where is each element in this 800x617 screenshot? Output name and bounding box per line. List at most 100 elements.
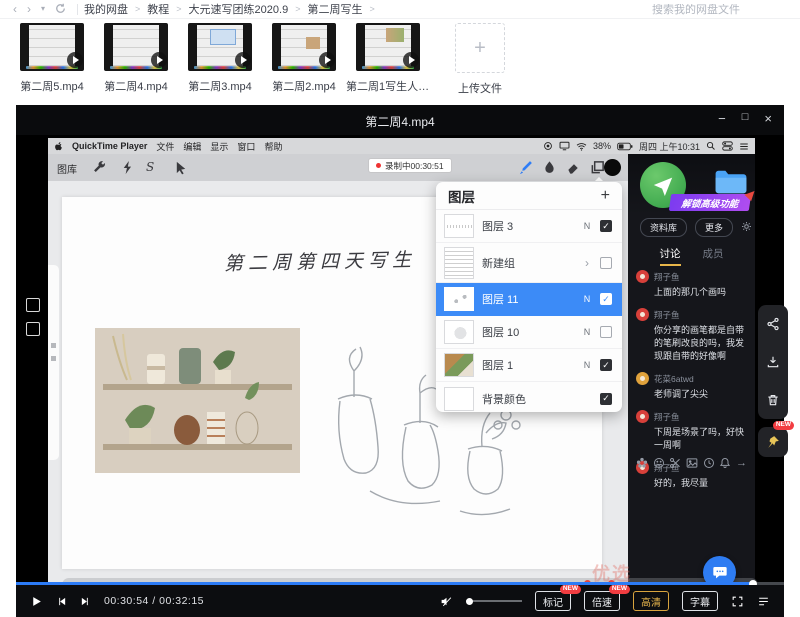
video-thumbnail[interactable] <box>188 23 252 71</box>
plus-icon: + <box>455 23 505 73</box>
video-thumbnail[interactable] <box>104 23 168 71</box>
play-badge-icon <box>319 52 335 68</box>
video-thumbnail[interactable] <box>20 23 84 71</box>
file-item[interactable]: 第二周2.mp4 <box>262 23 346 96</box>
refresh-icon[interactable] <box>50 3 71 16</box>
gear-icon <box>741 219 752 237</box>
file-item[interactable]: 第二周3.mp4 <box>178 23 262 96</box>
search-box <box>652 0 772 18</box>
control-center-icon <box>722 141 733 151</box>
file-name: 第二周1写生人物... <box>346 78 430 94</box>
breadcrumb-item[interactable]: 大元速写团练2020.9 <box>189 1 289 17</box>
player-titlebar: 第二周4.mp4 − □ × <box>16 105 784 135</box>
speed-button[interactable]: 倍速NEW <box>584 591 620 611</box>
minimize-button[interactable]: − <box>718 111 726 126</box>
volume-muted-icon[interactable] <box>440 595 453 608</box>
battery-icon <box>617 142 633 151</box>
file-item[interactable]: 第二周5.mp4 <box>10 23 94 96</box>
pin-icon <box>766 435 780 449</box>
layers-tool-icon <box>590 160 605 175</box>
display-icon <box>559 141 570 151</box>
procreate-toolbar: 图库 S 录制中00:30:51 <box>48 154 628 181</box>
selection-tool-icon: S <box>146 160 161 175</box>
layer-thumbnail <box>444 387 474 411</box>
divider <box>77 4 78 15</box>
file-name: 第二周4.mp4 <box>104 78 168 94</box>
tab-members: 成员 <box>703 246 724 266</box>
delete-icon[interactable] <box>766 393 780 407</box>
layer-visibility-checkbox: ✓ <box>600 359 612 371</box>
back-icon[interactable]: ‹ <box>8 3 22 15</box>
play-badge-icon <box>235 52 251 68</box>
forward-icon[interactable]: › <box>22 3 36 15</box>
avatar <box>636 410 649 423</box>
layer-thumbnail <box>444 353 474 377</box>
layer-group-row: 新建组 › <box>436 243 622 283</box>
breadcrumb-item[interactable]: 第二周写生 <box>307 1 362 17</box>
next-button[interactable] <box>80 596 91 607</box>
volume-knob[interactable] <box>466 598 473 605</box>
play-badge-icon <box>151 52 167 68</box>
mark-button[interactable]: 标记NEW <box>535 591 571 611</box>
brush-tool-icon <box>518 160 533 175</box>
group-thumbnail <box>444 247 474 279</box>
avatar <box>636 308 649 321</box>
upload-file-button[interactable]: + 上传文件 <box>438 23 522 96</box>
gallery-button: 图库 <box>57 161 77 176</box>
playlist-button[interactable] <box>757 595 770 608</box>
menu-item: 显示 <box>210 140 228 153</box>
eraser-tool-icon <box>566 160 581 175</box>
chat-message: 翔子鱼 下周是场景了吗，好快一周啊 <box>636 410 747 452</box>
maximize-button[interactable]: □ <box>742 111 749 126</box>
layers-panel: 图层 + 图层 3 N ✓ 新建组 › 图层 11 <box>436 182 622 412</box>
layers-title: 图层 <box>448 186 475 206</box>
breadcrumb-item[interactable]: 教程 <box>147 1 169 17</box>
record-dot-icon <box>376 163 381 168</box>
new-badge: NEW <box>609 585 630 594</box>
download-icon[interactable] <box>766 355 780 369</box>
layer-row: 图层 1 N ✓ <box>436 349 622 382</box>
spotlight-search-icon <box>706 141 716 151</box>
emoji-icon <box>653 457 665 469</box>
video-frame[interactable]: QuickTime Player 文件 编辑 显示 窗口 帮助 38% 周四 上… <box>16 135 784 588</box>
previous-button[interactable] <box>56 596 67 607</box>
wrench-icon <box>92 160 107 175</box>
flower-icon <box>636 457 648 469</box>
chat-message: 翔子鱼 上面的那几个画吗 <box>636 270 747 299</box>
layer-row: 图层 3 N ✓ <box>436 210 622 243</box>
player-side-tool-button[interactable] <box>26 298 40 312</box>
record-status-icon <box>543 141 553 151</box>
chat-message: 花菜6atwd 老师调了尖尖 <box>636 372 747 401</box>
search-input[interactable] <box>652 4 772 16</box>
video-thumbnail[interactable] <box>356 23 420 71</box>
new-badge: NEW <box>773 421 794 430</box>
chat-message: 翔子鱼 你分享的画笔都是自带的笔刷改良的吗，我发现跟自带的好像啊 <box>636 308 747 363</box>
file-item[interactable]: 第二周4.mp4 <box>94 23 178 96</box>
file-name: 第二周3.mp4 <box>188 78 252 94</box>
breadcrumb-item[interactable]: 我的网盘 <box>84 1 128 17</box>
menu-item: 文件 <box>156 140 174 153</box>
avatar <box>636 270 649 283</box>
menubar-clock: 周四 上午10:31 <box>639 140 700 153</box>
wifi-icon <box>576 142 587 151</box>
menu-item: 窗口 <box>237 140 255 153</box>
notification-list-icon <box>739 142 749 151</box>
pin-button[interactable]: NEW <box>758 427 788 457</box>
layer-row: 图层 10 N <box>436 316 622 349</box>
share-icon[interactable] <box>766 317 780 331</box>
player-title: 第二周4.mp4 <box>16 113 784 130</box>
player-side-tool-button[interactable] <box>26 322 40 336</box>
quality-button[interactable]: 高清 <box>633 591 669 611</box>
subtitle-button[interactable]: 字幕 <box>682 591 718 611</box>
play-button[interactable] <box>30 595 43 608</box>
close-button[interactable]: × <box>764 111 772 126</box>
history-chevron-down-icon[interactable]: ▾ <box>36 5 50 13</box>
layer-thumbnail <box>444 214 474 238</box>
transform-arrow-icon <box>174 160 189 175</box>
fullscreen-button[interactable] <box>731 595 744 608</box>
menu-item: 编辑 <box>183 140 201 153</box>
file-item[interactable]: 第二周1写生人物... <box>346 23 430 96</box>
player-action-rail <box>758 305 788 419</box>
volume-slider[interactable] <box>466 600 522 602</box>
video-thumbnail[interactable] <box>272 23 336 71</box>
